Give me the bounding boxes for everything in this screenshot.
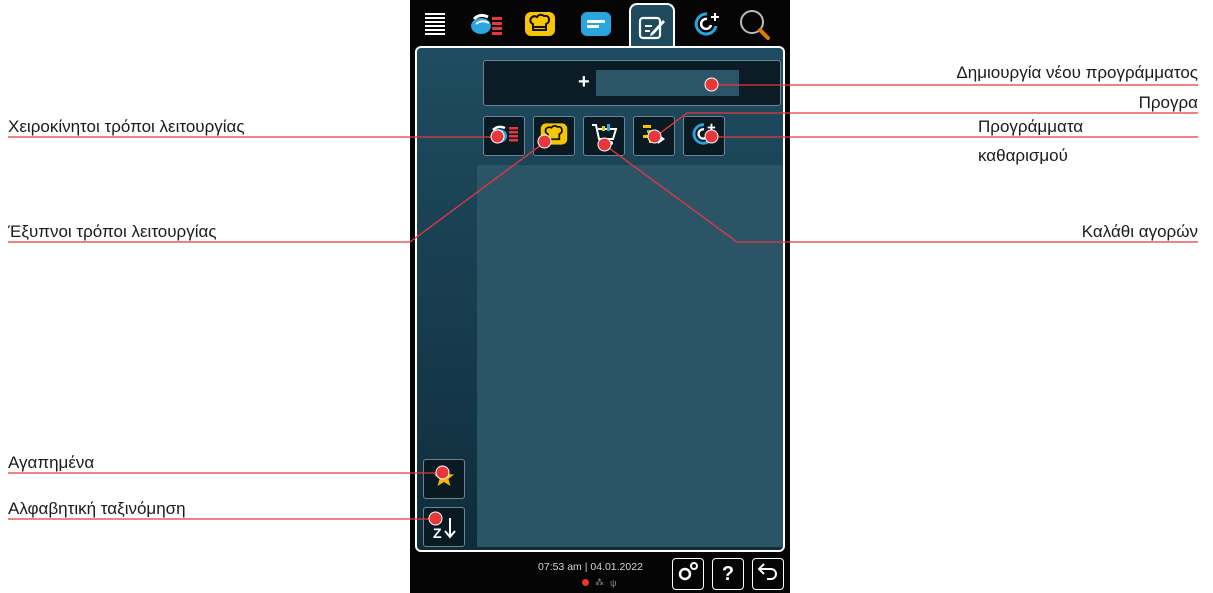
label-smart-modes: Έξυπνοι τρόποι λειτουργίας [8,222,217,241]
callout-dot-programs [647,129,662,144]
callout-dot-create [704,77,719,92]
label-programs: Προγρα [1138,93,1198,112]
callout-dot-cart [597,137,612,152]
callout-dot-manual [490,129,505,144]
callout-dot-favorites [435,465,450,480]
callout-dot-cleaning [704,129,719,144]
callout-dot-smart [537,134,552,149]
label-favorites: Αγαπημένα [8,453,95,472]
label-shopping-cart: Καλάθι αγορών [1081,222,1198,241]
label-cleaning-programs-2: καθαρισμού [978,146,1068,165]
label-cleaning-programs-1: Προγράμματα [978,117,1084,136]
label-alphabetical-sort: Αλφαβητική ταξινόμηση [8,499,186,518]
label-create-new-program: Δημιουργία νέου προγράμματος [956,63,1198,82]
label-manual-modes: Χειροκίνητοι τρόποι λειτουργίας [8,117,245,136]
callout-dot-sort [428,511,443,526]
